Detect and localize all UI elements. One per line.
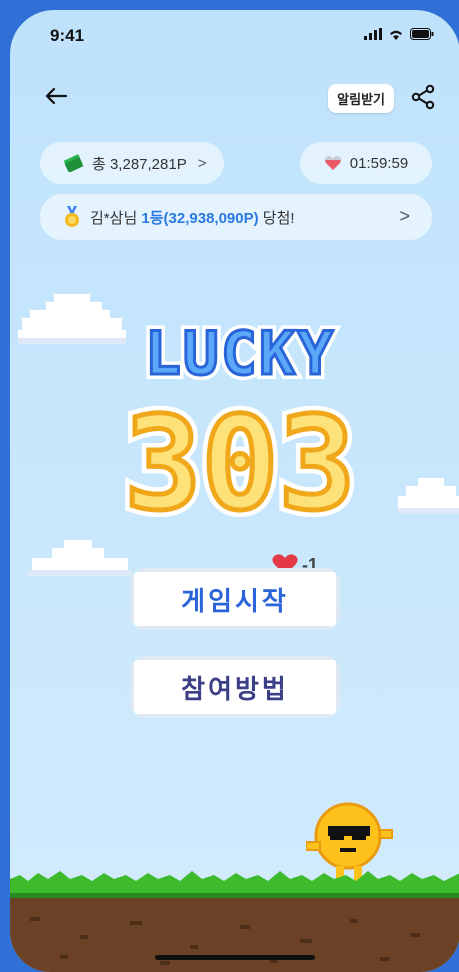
system-indicators bbox=[364, 28, 434, 40]
cloud-decoration bbox=[28, 540, 132, 576]
points-chevron: > bbox=[197, 154, 207, 172]
winner-banner[interactable]: 김*삼님 1등(32,938,090P) 당첨! > bbox=[40, 194, 432, 240]
winner-highlight: 1등(32,938,090P) bbox=[141, 209, 259, 227]
battery-icon bbox=[410, 28, 434, 40]
svg-text:303: 303 bbox=[124, 390, 355, 538]
signal-icon bbox=[364, 28, 382, 40]
share-icon[interactable] bbox=[410, 84, 436, 110]
game-screen: 9:41 알림받기 총 3,287,281P > 01:59:59 김*삼님 1… bbox=[10, 10, 459, 972]
logo-lucky: LUCKY LUCKY bbox=[140, 314, 339, 394]
lucky-303-logo: LUCKY LUCKY 303 303 bbox=[117, 314, 362, 538]
medal-icon bbox=[65, 206, 79, 227]
status-bar: 9:41 bbox=[10, 10, 459, 60]
status-time: 9:41 bbox=[50, 26, 85, 45]
winner-suffix: 당첨! bbox=[258, 209, 295, 227]
game-start-button[interactable]: 게임시작 bbox=[130, 568, 340, 630]
notify-button[interactable]: 알림받기 bbox=[328, 84, 394, 113]
how-to-play-button[interactable]: 참여방법 bbox=[130, 656, 340, 718]
total-points-text: 총 3,287,281P bbox=[92, 155, 187, 173]
home-indicator[interactable] bbox=[155, 955, 315, 960]
back-arrow-icon[interactable] bbox=[40, 80, 72, 112]
heart-icon bbox=[324, 156, 342, 170]
winner-prefix: 김*삼님 bbox=[90, 209, 142, 227]
heart-timer-pill: 01:59:59 bbox=[300, 142, 432, 184]
timer-text: 01:59:59 bbox=[349, 154, 409, 172]
winner-chevron: > bbox=[399, 206, 410, 226]
total-points-pill[interactable]: 총 3,287,281P > bbox=[40, 142, 224, 184]
winner-text: 김*삼님 1등(32,938,090P) 당첨! bbox=[90, 207, 295, 228]
wifi-icon bbox=[390, 30, 402, 40]
cloud-decoration bbox=[398, 478, 459, 514]
money-icon bbox=[63, 154, 84, 172]
svg-text:LUCKY: LUCKY bbox=[145, 319, 336, 389]
logo-303: 303 303 bbox=[117, 383, 362, 538]
